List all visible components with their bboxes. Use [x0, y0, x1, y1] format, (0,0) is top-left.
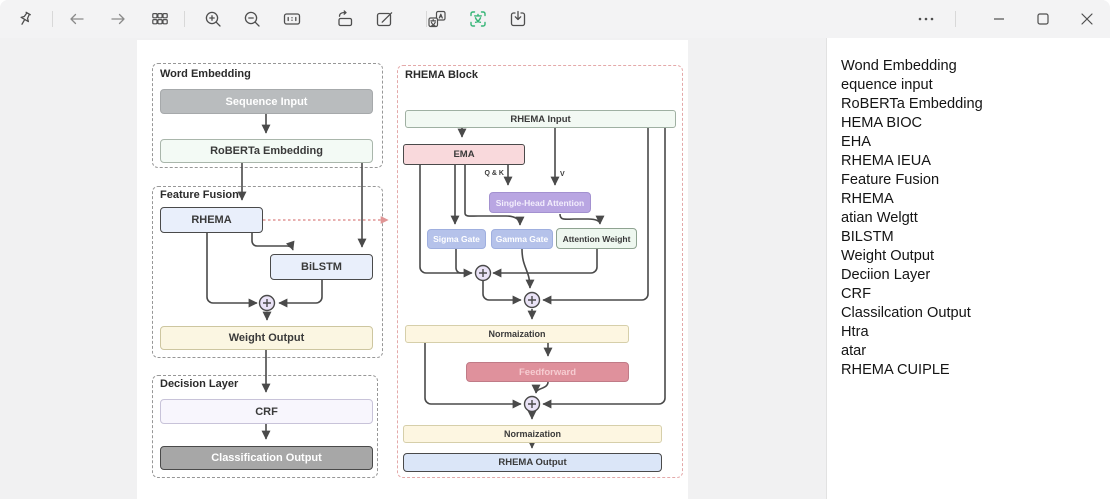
toolbar-divider: [184, 11, 185, 27]
ocr-text-line: Weight Output: [841, 247, 1110, 266]
minimize-button[interactable]: [977, 0, 1021, 38]
extract-text-icon: [468, 9, 488, 29]
close-button[interactable]: [1065, 0, 1109, 38]
minimize-icon: [989, 9, 1009, 29]
classification-output-box: Classification Output: [160, 446, 373, 470]
attention-weight-box: Attention Weight: [556, 228, 637, 249]
forward-arrow-icon: [108, 9, 128, 29]
photo-viewer-window: Word Embedding Feature Fusion Decision L…: [0, 0, 1110, 499]
rotate-button[interactable]: [329, 3, 361, 35]
decision-layer-title: Decision Layer: [160, 378, 238, 390]
more-options-button[interactable]: [904, 0, 948, 38]
close-icon: [1077, 9, 1097, 29]
translate-button[interactable]: [421, 3, 453, 35]
normalization-box-2: Normaization: [403, 425, 662, 443]
rhema-block-title: RHEMA Block: [405, 69, 478, 81]
forward-button[interactable]: [102, 3, 134, 35]
rhema-output-box: RHEMA Output: [403, 453, 662, 472]
ocr-text-line: CRF: [841, 285, 1110, 304]
ocr-text-line: Deciion Layer: [841, 266, 1110, 285]
save-button[interactable]: [502, 3, 534, 35]
maximize-button[interactable]: [1021, 0, 1065, 38]
rhema-input-box: RHEMA Input: [405, 110, 676, 128]
ocr-text-line: atian Welgtt: [841, 209, 1110, 228]
more-options-icon: [916, 9, 936, 29]
v-edge-label: V: [560, 171, 565, 178]
gallery-grid-icon: [150, 9, 170, 29]
edit-icon: [374, 9, 394, 29]
ocr-text-line: RHEMA CUIPLE: [841, 361, 1110, 380]
crf-box: CRF: [160, 399, 373, 424]
weight-output-box: Weight Output: [160, 326, 373, 350]
rotate-icon: [335, 9, 355, 29]
toolbar-divider: [52, 11, 53, 27]
ocr-text-line: BILSTM: [841, 228, 1110, 247]
feedforward-box: Feedforward: [466, 362, 629, 382]
title-bar: [0, 0, 1110, 38]
toolbar-divider: [955, 11, 956, 27]
ocr-text-line: HEMA BIOC: [841, 114, 1110, 133]
roberta-embedding-box: RoBERTa Embedding: [160, 139, 373, 163]
rhema-box: RHEMA: [160, 207, 263, 233]
back-arrow-icon: [67, 9, 87, 29]
zoom-in-icon: [203, 9, 223, 29]
ocr-text-line: Feature Fusion: [841, 171, 1110, 190]
normalization-box-1: Normaization: [405, 325, 629, 343]
ocr-text-line: atar: [841, 342, 1110, 361]
ema-box: EMA: [403, 144, 525, 165]
actual-size-icon: [282, 9, 302, 29]
single-head-attention-box: Single-Head Attention: [489, 192, 591, 213]
ocr-text-line: RHEMA: [841, 190, 1110, 209]
ocr-text-line: Wond Embedding: [841, 57, 1110, 76]
word-embedding-title: Word Embedding: [160, 68, 251, 80]
gamma-gate-box: Gamma Gate: [491, 229, 553, 249]
extract-text-button[interactable]: [462, 3, 494, 35]
pin-button[interactable]: [9, 3, 41, 35]
feature-fusion-title: Feature Fusion: [160, 189, 239, 201]
actual-size-button[interactable]: [276, 3, 308, 35]
edit-button[interactable]: [368, 3, 400, 35]
bilstm-box: BiLSTM: [270, 254, 373, 280]
ocr-text-line: RHEMA IEUA: [841, 152, 1110, 171]
sequence-input-box: Sequence Input: [160, 89, 373, 114]
zoom-out-button[interactable]: [236, 3, 268, 35]
gallery-button[interactable]: [144, 3, 176, 35]
extracted-text-panel: Wond Embedding equence input RoBERTa Emb…: [826, 38, 1110, 499]
sigma-gate-box: Sigma Gate: [427, 229, 486, 249]
ocr-text-line: equence input: [841, 76, 1110, 95]
zoom-out-icon: [242, 9, 262, 29]
ocr-text-line: EHA: [841, 133, 1110, 152]
zoom-in-button[interactable]: [197, 3, 229, 35]
qk-edge-label: Q & K: [468, 170, 504, 177]
translate-icon: [427, 9, 447, 29]
back-button[interactable]: [61, 3, 93, 35]
ocr-text-line: Classilcation Output: [841, 304, 1110, 323]
maximize-icon: [1033, 9, 1053, 29]
pin-icon: [15, 9, 35, 29]
ocr-text-line: RoBERTa Embedding: [841, 95, 1110, 114]
save-icon: [508, 9, 528, 29]
ocr-text-line: Htra: [841, 323, 1110, 342]
